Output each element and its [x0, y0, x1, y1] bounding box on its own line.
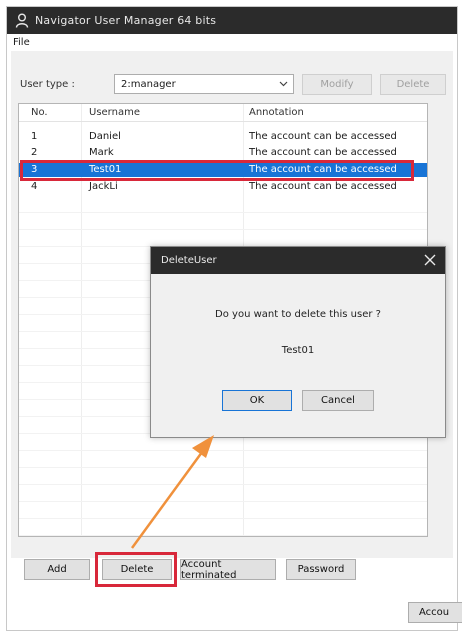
list-gridline	[19, 450, 427, 451]
modify-button[interactable]: Modify	[302, 74, 372, 95]
delete-button-highlight	[95, 552, 177, 587]
cell-no: 2	[31, 147, 38, 158]
selected-row-highlight	[20, 160, 414, 181]
user-type-select[interactable]: 2:manager	[114, 74, 294, 94]
cancel-button[interactable]: Cancel	[302, 390, 374, 411]
list-gridline	[19, 229, 427, 230]
menu-bar: File	[7, 34, 457, 51]
list-gridline	[19, 518, 427, 519]
cell-no: 1	[31, 131, 38, 142]
user-icon	[15, 13, 29, 28]
table-row[interactable]: 1 Daniel The account can be accessed	[19, 130, 427, 144]
password-button[interactable]: Password	[286, 559, 356, 580]
table-row[interactable]: 2 Mark The account can be accessed	[19, 146, 427, 160]
user-type-label: User type :	[20, 79, 75, 90]
cell-username: JackLi	[89, 181, 118, 192]
list-gridline	[19, 467, 427, 468]
delete-top-button[interactable]: Delete	[380, 74, 446, 95]
account-button[interactable]: Accou	[408, 602, 462, 623]
cell-username: Mark	[89, 147, 114, 158]
table-row[interactable]: 4 JackLi The account can be accessed	[19, 180, 427, 194]
cell-no: 4	[31, 181, 38, 192]
delete-user-dialog: DeleteUser Do you want to delete this us…	[150, 246, 446, 438]
dialog-title: DeleteUser	[161, 255, 217, 266]
header-username[interactable]: Username	[89, 107, 140, 118]
window-title: Navigator User Manager 64 bits	[35, 14, 217, 27]
add-button[interactable]: Add	[24, 559, 90, 580]
window-titlebar: Navigator User Manager 64 bits	[7, 7, 457, 34]
cell-annotation: The account can be accessed	[249, 131, 397, 142]
list-gridline	[19, 484, 427, 485]
cell-annotation: The account can be accessed	[249, 181, 397, 192]
menu-file[interactable]: File	[13, 37, 30, 48]
user-type-value: 2:manager	[121, 79, 176, 90]
header-annotation[interactable]: Annotation	[249, 107, 304, 118]
account-terminated-button[interactable]: Account terminated	[180, 559, 276, 581]
list-header: No. Username Annotation	[19, 104, 427, 122]
cell-annotation: The account can be accessed	[249, 147, 397, 158]
chevron-down-icon	[279, 81, 288, 87]
dialog-target-user: Test01	[281, 345, 315, 356]
cell-username: Daniel	[89, 131, 121, 142]
header-no[interactable]: No.	[31, 107, 48, 118]
list-gridline	[19, 535, 427, 536]
ok-button[interactable]: OK	[222, 390, 292, 411]
dialog-message: Do you want to delete this user ?	[215, 309, 381, 320]
list-gridline	[19, 212, 427, 213]
list-gridline	[19, 501, 427, 502]
close-icon[interactable]	[424, 254, 436, 266]
dialog-titlebar: DeleteUser	[151, 247, 445, 274]
